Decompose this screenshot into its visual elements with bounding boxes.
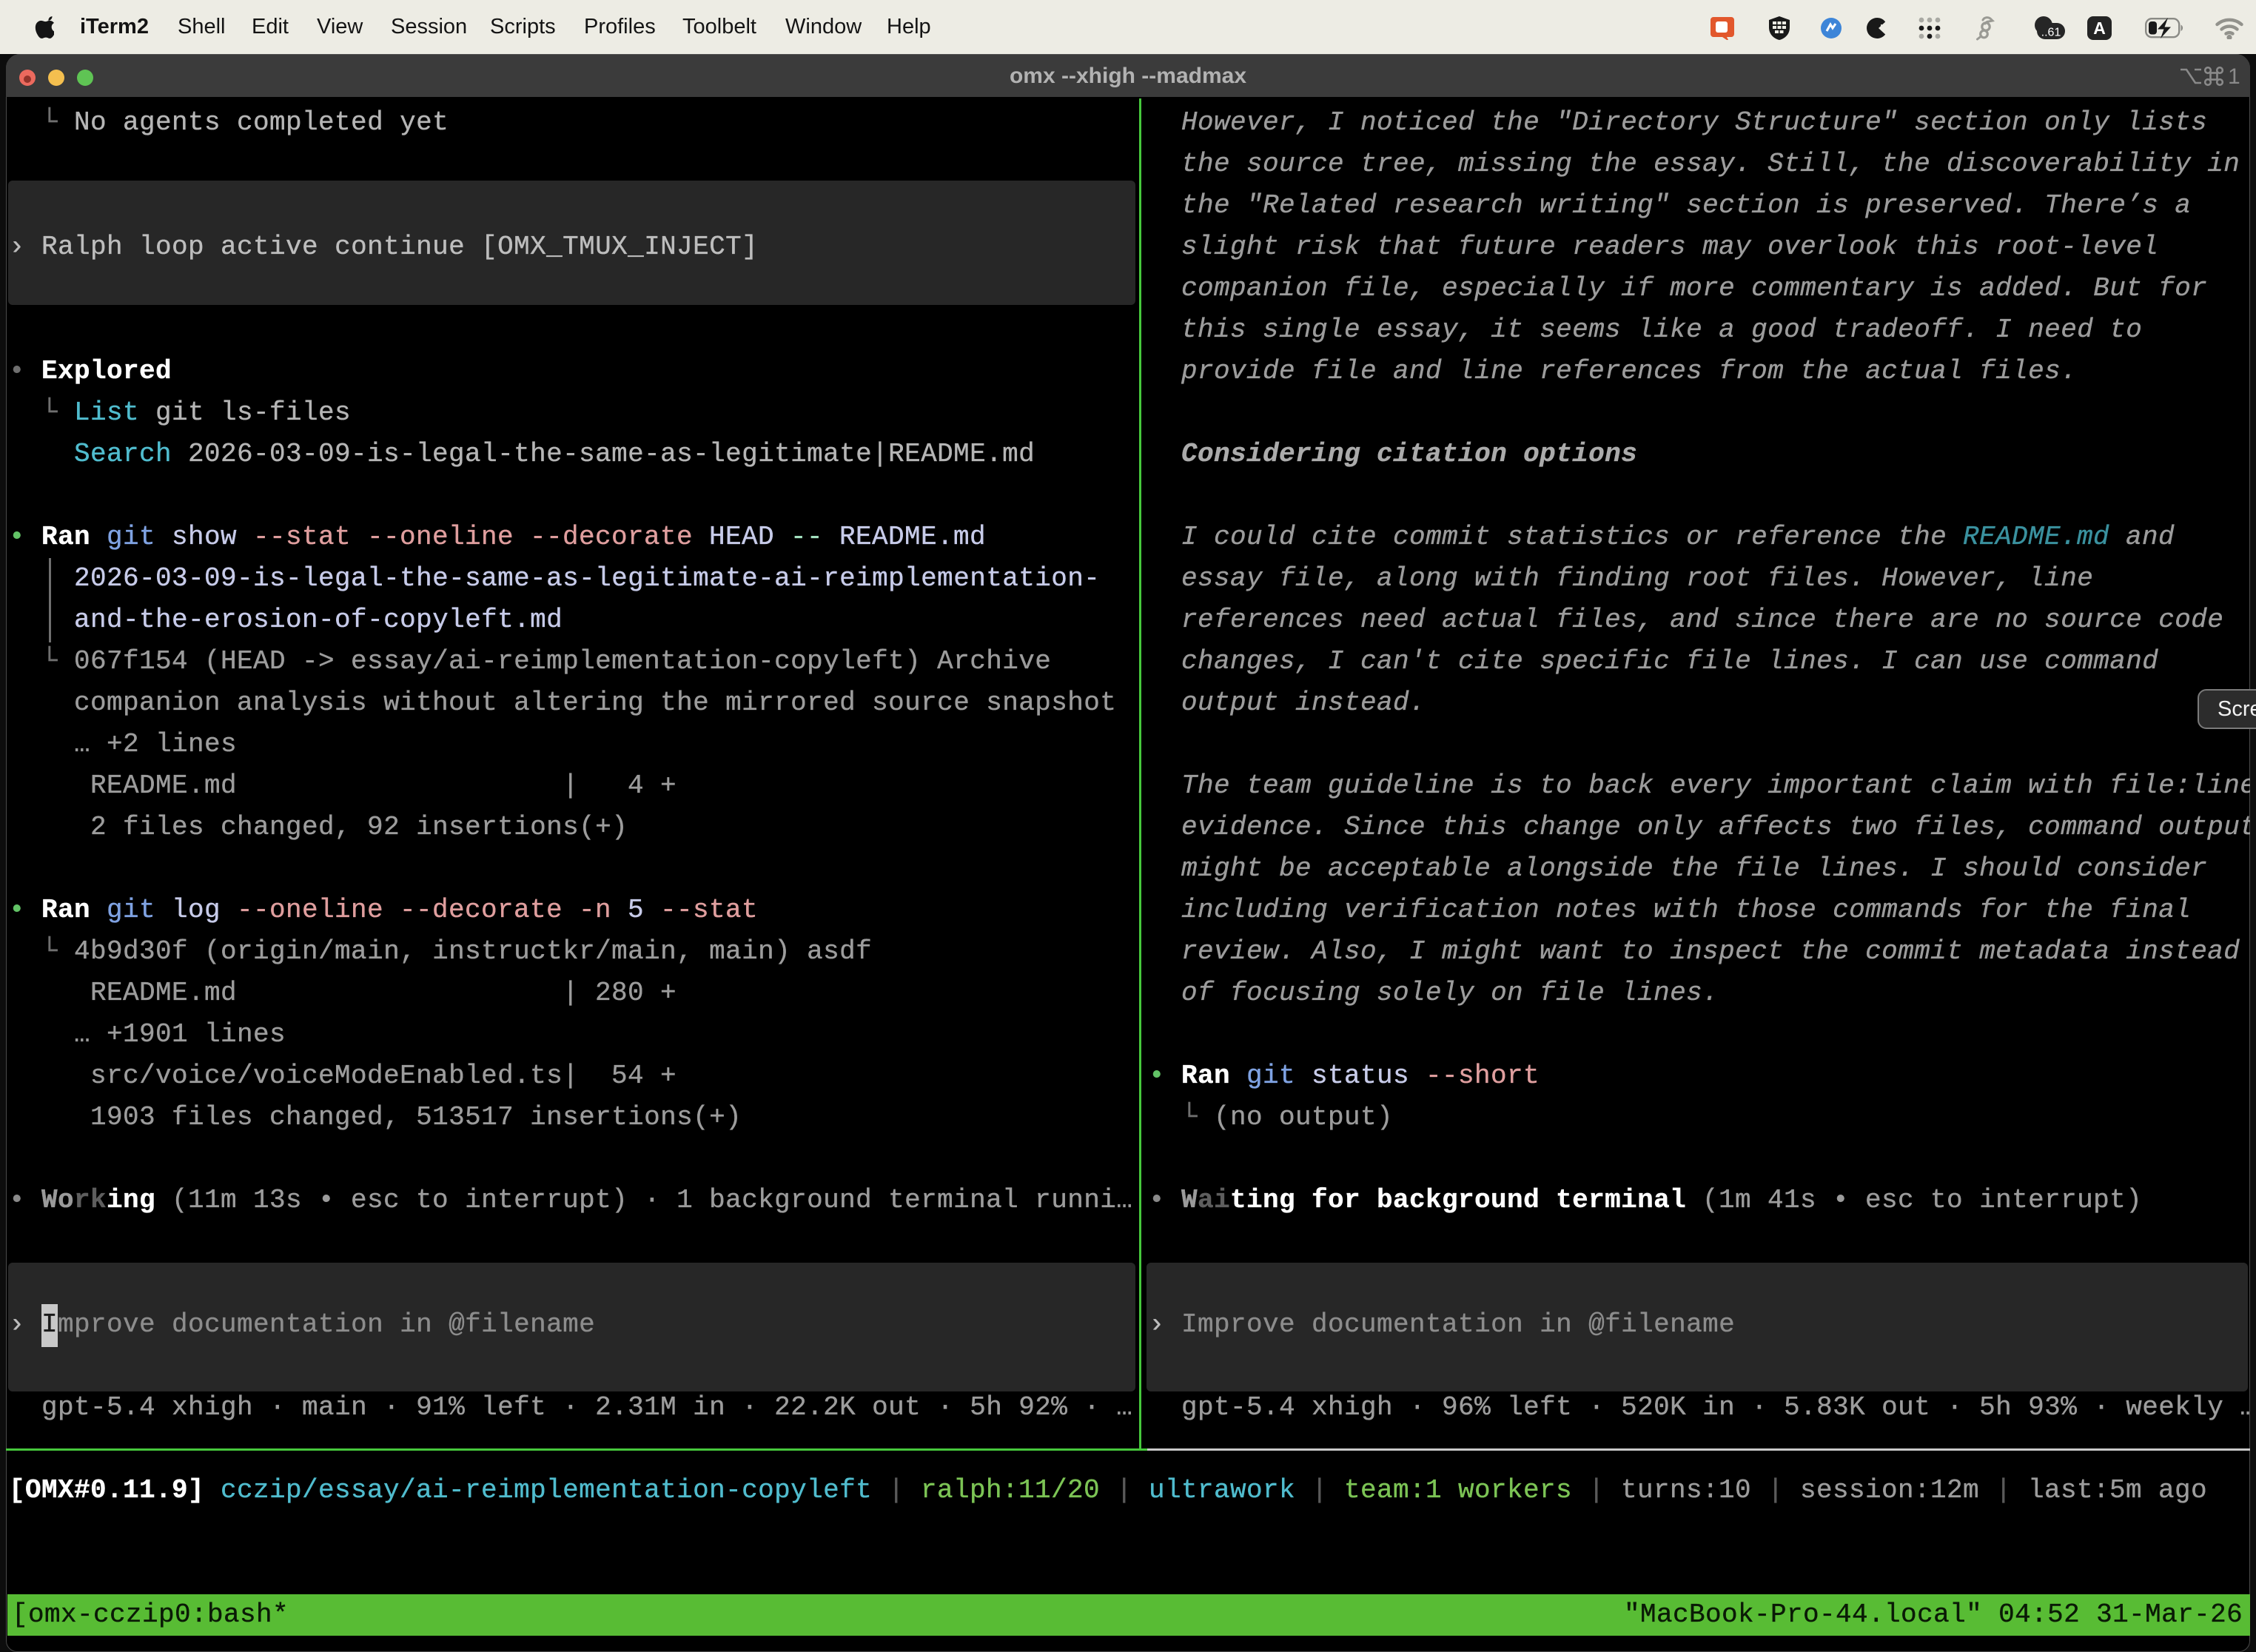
svg-text:1: 1 — [2228, 64, 2240, 88]
svg-text:A: A — [2093, 19, 2106, 38]
svg-text:..61: ..61 — [2041, 27, 2061, 39]
